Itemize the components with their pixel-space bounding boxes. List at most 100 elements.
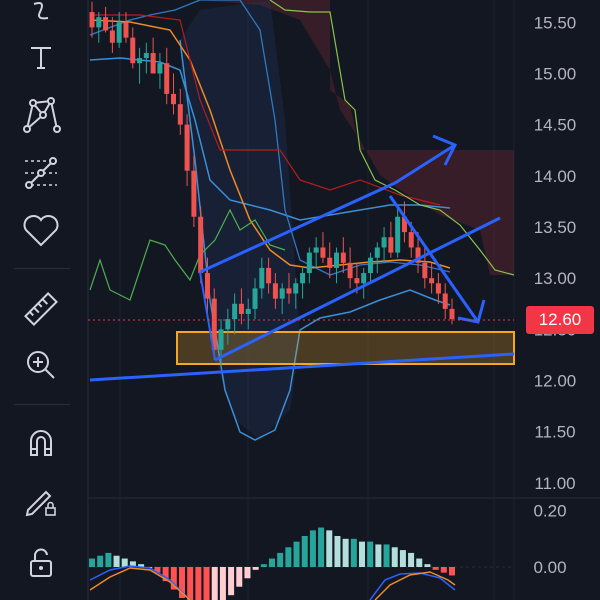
macd-bar bbox=[244, 567, 251, 579]
candle-body bbox=[225, 319, 231, 330]
price-tick-label: 14.00 bbox=[534, 167, 577, 186]
candle-body bbox=[313, 247, 319, 253]
macd-bar bbox=[408, 552, 415, 567]
curve-tool-button[interactable] bbox=[12, 0, 70, 32]
candle-body bbox=[320, 247, 326, 258]
macd-bar bbox=[187, 567, 194, 600]
macd-bar bbox=[121, 558, 128, 567]
macd-bar bbox=[326, 530, 333, 567]
prediction-tool-icon bbox=[25, 157, 57, 189]
macd-tick-label: 0.00 bbox=[533, 558, 566, 577]
macd-bar bbox=[219, 567, 226, 600]
candle-body bbox=[232, 303, 238, 320]
zoom-in-button[interactable] bbox=[12, 340, 70, 390]
macd-bar bbox=[203, 567, 210, 600]
candle-body bbox=[422, 262, 428, 279]
drawing-mode-button[interactable] bbox=[12, 476, 70, 526]
candle-body bbox=[327, 257, 333, 268]
macd-bar bbox=[432, 567, 439, 570]
candle-body bbox=[123, 22, 129, 38]
candle-body bbox=[198, 216, 204, 274]
price-tick-label: 12.00 bbox=[534, 372, 577, 391]
candle-body bbox=[429, 278, 435, 284]
macd-bar bbox=[228, 567, 235, 596]
candle-body bbox=[157, 63, 163, 74]
macd-bar bbox=[285, 547, 292, 567]
candle-body bbox=[164, 63, 170, 94]
macd-bar bbox=[342, 538, 349, 567]
curve-tool-icon bbox=[33, 2, 49, 20]
candle-body bbox=[143, 52, 149, 59]
favorites-button[interactable] bbox=[12, 205, 70, 255]
macd-bar bbox=[440, 567, 447, 573]
candle-body bbox=[367, 257, 373, 274]
candle-body bbox=[252, 288, 258, 309]
macd-bar bbox=[277, 552, 284, 567]
candle-body bbox=[130, 37, 136, 64]
candle-body bbox=[96, 17, 102, 28]
macd-bar bbox=[269, 558, 275, 567]
candle-body bbox=[191, 170, 197, 217]
text-tool-button[interactable] bbox=[12, 32, 70, 82]
macd-bar bbox=[399, 550, 406, 567]
candle-body bbox=[340, 252, 346, 263]
pattern-tool-icon bbox=[23, 97, 61, 133]
drawing-toolbar bbox=[0, 0, 84, 600]
macd-bar bbox=[97, 555, 104, 567]
lock-button[interactable] bbox=[12, 538, 70, 588]
price-tick-label: 13.50 bbox=[534, 218, 577, 237]
candle-body bbox=[334, 252, 340, 268]
prediction-tool-button[interactable] bbox=[12, 148, 70, 198]
favorites-icon bbox=[23, 215, 59, 247]
candle-body bbox=[266, 267, 272, 284]
candle-body bbox=[374, 247, 380, 258]
lock-icon bbox=[30, 548, 52, 577]
macd-bar bbox=[301, 536, 308, 567]
price-tick-label: 11.50 bbox=[534, 423, 575, 442]
macd-bar bbox=[383, 544, 390, 567]
candle-body bbox=[245, 308, 251, 314]
macd-bar bbox=[359, 541, 365, 567]
magnet-button[interactable] bbox=[12, 418, 70, 468]
price-tick-label: 15.50 bbox=[534, 13, 577, 32]
candle-body bbox=[109, 30, 115, 43]
macd-bar bbox=[375, 544, 382, 567]
macd-bar bbox=[211, 567, 218, 600]
candle-body bbox=[347, 262, 353, 279]
candle-body bbox=[184, 124, 190, 171]
candle-body bbox=[435, 283, 441, 294]
candle-body bbox=[103, 17, 109, 31]
macd-bar bbox=[252, 567, 259, 570]
macd-bar bbox=[350, 538, 357, 567]
candle-body bbox=[259, 267, 265, 289]
macd-bar bbox=[195, 567, 202, 600]
candle-body bbox=[89, 12, 95, 28]
macd-bar bbox=[236, 567, 243, 587]
drawing-mode-icon bbox=[25, 490, 56, 517]
macd-bar bbox=[260, 564, 267, 567]
candle-body bbox=[238, 303, 244, 314]
macd-bar bbox=[391, 547, 398, 567]
candle-body bbox=[395, 216, 401, 253]
candle-body bbox=[177, 104, 183, 125]
price-chart[interactable]: 15.5015.0014.5014.0013.5013.0012.5012.00… bbox=[0, 0, 600, 600]
candle-body bbox=[388, 237, 394, 253]
macd-bar bbox=[105, 552, 112, 567]
candle-body bbox=[381, 237, 387, 248]
macd-bar bbox=[367, 541, 374, 567]
pattern-tool-button[interactable] bbox=[12, 90, 70, 140]
candle-body bbox=[286, 288, 292, 294]
zoom-in-icon bbox=[27, 351, 55, 379]
candle-body bbox=[293, 283, 299, 294]
candle-body bbox=[361, 273, 367, 284]
macd-bar bbox=[318, 527, 325, 567]
price-tick-label: 15.00 bbox=[534, 64, 577, 83]
toolbar-separator bbox=[14, 404, 70, 405]
candle-body bbox=[204, 273, 210, 299]
macd-bar bbox=[309, 530, 316, 567]
ruler-button[interactable] bbox=[12, 284, 70, 334]
macd-bar bbox=[416, 558, 423, 567]
macd-bar bbox=[449, 567, 455, 576]
macd-tick-label: 0.20 bbox=[533, 502, 566, 521]
price-tick-label: 11.00 bbox=[534, 474, 575, 493]
